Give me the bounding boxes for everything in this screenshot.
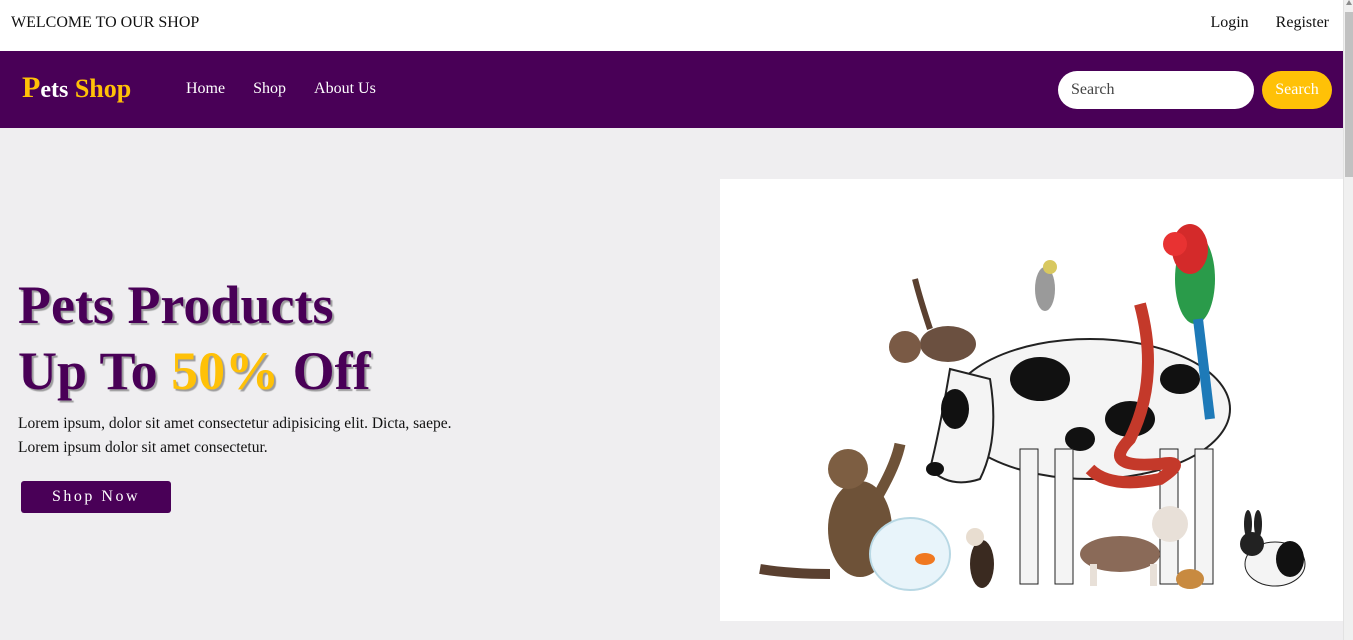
scroll-up-arrow-icon[interactable] [1346,0,1352,5]
shop-now-button[interactable]: Shop Now [21,481,171,513]
top-bar: WELCOME TO OUR SHOP Login Register [0,0,1343,51]
login-link[interactable]: Login [1210,14,1248,32]
hero-title: Pets Products Up To 50% Off [18,272,371,404]
page-scrollbar[interactable] [1343,0,1353,640]
register-link[interactable]: Register [1276,14,1329,32]
account-links: Login Register [1210,14,1329,32]
logo-initial: P [22,71,41,104]
scroll-thumb[interactable] [1345,12,1353,177]
hero-title-post: Off [279,341,371,401]
main-navbar: Pets Shop Home Shop About Us Search [0,51,1343,128]
hero-description: Lorem ipsum, dolor sit amet consectetur … [18,412,488,460]
hero-text-line1: Lorem ipsum, dolor sit amet consectetur … [18,415,452,432]
logo-word: ets [40,77,69,103]
nav-links: Home Shop About Us [186,80,376,98]
hero-title-line2: Up To 50% Off [18,338,371,404]
hero-discount: 50% [171,341,280,401]
hero-title-pre: Up To [18,341,172,401]
nav-about-us[interactable]: About Us [314,80,376,98]
hero-text-line2: Lorem ipsum dolor sit amet consectetur. [18,439,268,456]
nav-shop[interactable]: Shop [253,80,286,98]
welcome-text: WELCOME TO OUR SHOP [11,14,200,31]
pets-hero-image [720,179,1343,621]
search-button[interactable]: Search [1262,71,1332,109]
search-input[interactable] [1058,71,1254,109]
pets-group-illustration [759,224,1306,591]
site-logo[interactable]: Pets Shop [22,71,131,107]
logo-shop: Shop [68,74,132,103]
hero-title-line1: Pets Products [18,275,334,335]
nav-home[interactable]: Home [186,80,225,98]
